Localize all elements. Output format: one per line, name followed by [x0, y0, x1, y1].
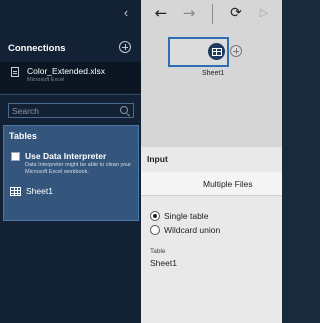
- data-interpreter-description: Data Interpreter might be able to clean …: [25, 162, 132, 175]
- toolbar-divider: [212, 4, 213, 24]
- tables-section: Tables Use Data Interpreter Data Interpr…: [3, 125, 139, 221]
- connections-pane: ‹ Connections Color_Extended.xlsx Micros…: [0, 0, 141, 323]
- table-caption: Table: [150, 248, 166, 255]
- file-icon: [11, 67, 19, 77]
- divider: [0, 94, 141, 95]
- refresh-button[interactable]: ⟳: [227, 4, 245, 22]
- single-table-radio[interactable]: [150, 211, 160, 221]
- table-value: Sheet1: [150, 258, 177, 268]
- forward-button[interactable]: →: [180, 4, 198, 22]
- input-step-node[interactable]: [168, 37, 229, 67]
- chevron-left-icon: ‹: [123, 5, 129, 20]
- flow-pane: ← → ⟳ ▷ Sheet1 Input Multiple Files Sing…: [141, 0, 282, 323]
- table-icon: [208, 43, 225, 60]
- search-input[interactable]: [12, 105, 112, 116]
- arrow-right-icon: →: [182, 4, 196, 22]
- toolbar: ← → ⟳ ▷: [141, 0, 282, 30]
- tab-label: Multiple Files: [203, 179, 253, 189]
- run-flow-button[interactable]: ▷: [255, 4, 273, 22]
- add-connection-button[interactable]: [119, 41, 131, 53]
- node-label: Sheet1: [202, 70, 225, 77]
- collapse-pane-button[interactable]: ‹: [120, 6, 132, 20]
- tables-title: Tables: [9, 131, 37, 141]
- table-item-label: Sheet1: [26, 186, 53, 196]
- single-table-label[interactable]: Single table: [164, 211, 208, 221]
- arrow-left-icon: ←: [154, 4, 168, 22]
- wildcard-union-radio[interactable]: [150, 225, 160, 235]
- play-icon: ▷: [259, 6, 269, 19]
- connections-title: Connections: [8, 43, 66, 54]
- table-item-sheet1[interactable]: Sheet1: [9, 186, 134, 198]
- data-interpreter-checkbox[interactable]: [11, 152, 20, 161]
- back-button[interactable]: ←: [152, 4, 170, 22]
- input-title: Input: [147, 154, 168, 164]
- search-box: [8, 103, 134, 118]
- search-icon: [120, 106, 128, 114]
- data-interpreter-label[interactable]: Use Data Interpreter: [25, 151, 106, 161]
- tab-multiple-files[interactable]: Multiple Files: [141, 172, 282, 196]
- connection-type: Microsoft Excel: [27, 77, 65, 83]
- connection-name: Color_Extended.xlsx: [27, 66, 105, 76]
- input-settings-panel: Input Multiple Files Single table Wildca…: [141, 147, 282, 323]
- add-step-button[interactable]: [230, 45, 242, 57]
- refresh-icon: ⟳: [230, 5, 242, 21]
- table-grid-icon: [10, 187, 21, 196]
- wildcard-union-label[interactable]: Wildcard union: [164, 225, 220, 235]
